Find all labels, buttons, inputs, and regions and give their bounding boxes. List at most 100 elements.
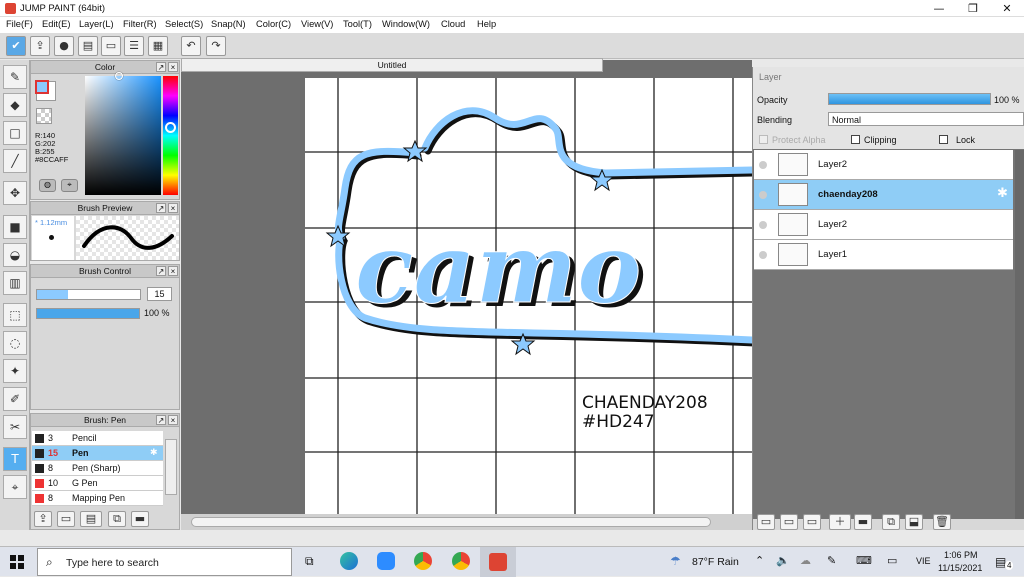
saturation-value-picker[interactable] xyxy=(85,76,161,195)
document-tab[interactable]: Untitled xyxy=(181,58,603,72)
menu-color[interactable]: Color(C) xyxy=(256,19,291,29)
task-view-icon[interactable]: ⧉ xyxy=(305,554,314,569)
merge-layer-icon[interactable]: ⬓ xyxy=(905,514,923,530)
chevron-up-icon[interactable]: ⌃ xyxy=(755,554,764,567)
page-icon[interactable]: ▭ xyxy=(101,36,121,56)
scrollbar-thumb[interactable] xyxy=(191,517,711,527)
share-icon[interactable]: ⇪ xyxy=(30,36,50,56)
close-icon[interactable]: × xyxy=(168,415,178,425)
brush-opacity-slider[interactable] xyxy=(36,308,140,319)
blending-select[interactable]: Normal xyxy=(828,112,1024,126)
foreground-color-swatch[interactable] xyxy=(35,80,49,94)
menu-layer[interactable]: Layer(L) xyxy=(79,19,114,29)
zoom-icon[interactable] xyxy=(377,552,395,570)
add-layer-menu-icon[interactable]: ＋ xyxy=(829,514,851,530)
transparent-swatch[interactable] xyxy=(36,108,52,124)
fill-rect-tool-icon[interactable]: ■ xyxy=(3,215,27,239)
brush-list-item[interactable]: 8 Pen (Sharp) xyxy=(32,461,163,476)
visibility-icon[interactable] xyxy=(759,221,767,229)
brush-list-item[interactable]: 10 G Pen xyxy=(32,476,163,491)
new-layer-icon[interactable]: ▭ xyxy=(757,514,775,530)
popout-icon[interactable]: ↗ xyxy=(156,62,166,72)
undo-icon[interactable]: ↶ xyxy=(181,36,201,56)
layer-folder-icon[interactable]: ▬ xyxy=(854,514,872,530)
comment-icon[interactable]: ● xyxy=(54,36,74,56)
select-eraser-icon[interactable]: ✂ xyxy=(3,415,27,439)
minimize-button[interactable]: — xyxy=(922,0,956,17)
text-tool-icon[interactable]: T xyxy=(3,447,27,471)
color-picker-handle[interactable] xyxy=(115,72,123,80)
bucket-tool-icon[interactable]: ◒ xyxy=(3,243,27,267)
protect-alpha-checkbox[interactable] xyxy=(759,135,768,144)
horizontal-scrollbar[interactable] xyxy=(181,514,752,530)
settings-list-icon[interactable]: ☰ xyxy=(124,36,144,56)
brush-copy-icon[interactable]: ⧉ xyxy=(108,511,126,527)
network-icon[interactable]: ▭ xyxy=(887,554,897,567)
menu-file[interactable]: File(F) xyxy=(6,19,33,29)
layer-row[interactable]: chaenday208 ✱ xyxy=(754,180,1013,210)
visibility-icon[interactable] xyxy=(759,251,767,259)
rectangle-tool-icon[interactable]: □ xyxy=(3,121,27,145)
chrome-icon[interactable] xyxy=(452,552,470,570)
menu-select[interactable]: Select(S) xyxy=(165,19,203,29)
clock-date[interactable]: 11/15/2021 xyxy=(938,563,982,573)
clipping-checkbox[interactable] xyxy=(851,135,860,144)
cloud-icon[interactable]: ☁ xyxy=(800,554,811,567)
menu-help[interactable]: Help xyxy=(477,19,496,29)
layer-scrollbar[interactable] xyxy=(1015,150,1024,520)
weather-text[interactable]: 87°F Rain xyxy=(692,556,739,568)
lock-checkbox[interactable] xyxy=(939,135,948,144)
popout-icon[interactable]: ↗ xyxy=(156,266,166,276)
brush-tool-icon[interactable]: ✎ xyxy=(3,65,27,89)
message-icon[interactable]: ▤ xyxy=(78,36,98,56)
layer-row[interactable]: Layer2 xyxy=(754,210,1013,240)
dropper-icon[interactable]: ⌖ xyxy=(61,179,78,192)
brush-list-item[interactable]: 3 Pencil xyxy=(32,431,163,446)
new-layer-3-icon[interactable]: ▭ xyxy=(803,514,821,530)
layer-opacity-slider[interactable] xyxy=(828,93,991,105)
brush-upload-icon[interactable]: ⇪ xyxy=(34,511,52,527)
move-tool-icon[interactable]: ✥ xyxy=(3,181,27,205)
canvas-paper[interactable]: camo camo CHAENDAY208 #HD247 xyxy=(305,78,752,514)
brush-size-input[interactable]: 15 xyxy=(147,287,172,301)
brush-list-item[interactable]: 15 Pen ✱ xyxy=(32,446,163,461)
clock-time[interactable]: 1:06 PM xyxy=(944,550,978,560)
brush-list-item[interactable]: 8 Mapping Pen xyxy=(32,491,163,506)
lasso-select-icon[interactable]: ◌ xyxy=(3,331,27,355)
brush-list-scrollbar[interactable] xyxy=(165,439,177,495)
hue-slider-handle[interactable] xyxy=(165,122,176,133)
duplicate-layer-icon[interactable]: ⧉ xyxy=(882,514,900,530)
dropper-tool-icon[interactable]: ⌖ xyxy=(3,475,27,499)
select-pen-icon[interactable]: ✐ xyxy=(3,387,27,411)
speaker-icon[interactable]: 🔈 xyxy=(776,554,790,567)
chrome-icon[interactable] xyxy=(414,552,432,570)
keyboard-icon[interactable]: ⌨ xyxy=(856,554,872,567)
gear-icon[interactable]: ✱ xyxy=(150,446,158,460)
edge-icon[interactable] xyxy=(340,552,358,570)
new-layer-2-icon[interactable]: ▭ xyxy=(780,514,798,530)
weather-icon[interactable]: ☂ xyxy=(670,554,681,568)
layer-row[interactable]: Layer2 xyxy=(754,150,1013,180)
close-icon[interactable]: × xyxy=(168,203,178,213)
visibility-icon[interactable] xyxy=(759,161,767,169)
redo-icon[interactable]: ↷ xyxy=(206,36,226,56)
close-icon[interactable]: × xyxy=(168,62,178,72)
layer-row[interactable]: Layer1 xyxy=(754,240,1013,270)
visibility-icon[interactable] xyxy=(759,191,767,199)
close-icon[interactable]: × xyxy=(168,266,178,276)
cloud-sync-icon[interactable]: ✔ xyxy=(6,36,26,56)
brush-size-slider[interactable] xyxy=(36,289,141,300)
palette-icon[interactable]: ◍ xyxy=(39,179,56,192)
delete-layer-icon[interactable]: 🗑 xyxy=(933,514,951,530)
language-indicator[interactable]: VIE xyxy=(916,556,931,566)
magic-wand-icon[interactable]: ✦ xyxy=(3,359,27,383)
jump-paint-task[interactable] xyxy=(480,547,516,577)
taskbar-search[interactable]: ⌕ Type here to search xyxy=(37,548,292,576)
menu-filter[interactable]: Filter(R) xyxy=(123,19,157,29)
gradient-tool-icon[interactable]: ▥ xyxy=(3,271,27,295)
gear-icon[interactable]: ✱ xyxy=(997,186,1008,201)
close-button[interactable]: ✕ xyxy=(990,0,1024,17)
menu-view[interactable]: View(V) xyxy=(301,19,333,29)
menu-tool[interactable]: Tool(T) xyxy=(343,19,372,29)
new-brush-icon[interactable]: ▭ xyxy=(57,511,75,527)
